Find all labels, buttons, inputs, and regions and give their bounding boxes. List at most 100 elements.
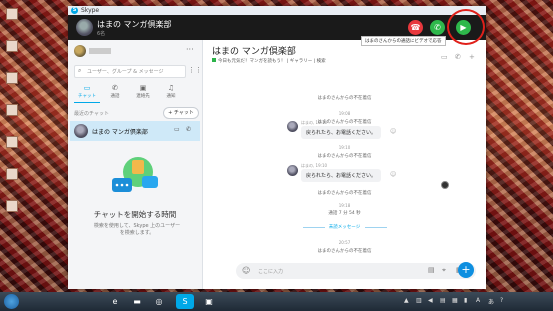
reaction-icon[interactable]: ☺ xyxy=(390,171,396,178)
desktop-icon[interactable] xyxy=(6,8,18,20)
new-chat-button[interactable]: + チャット xyxy=(163,107,199,119)
message-time: 19:08 xyxy=(338,111,351,116)
contact-subtitle: 6名 xyxy=(97,31,106,37)
skype-window: S Skype はまの マンガ倶楽部 6名 ☎ ✆ ▶ ··· ⌕ ユーザー、グ… xyxy=(68,6,486,289)
window-title: Skype xyxy=(81,7,100,14)
chat-list-item[interactable]: はまの マンガ倶楽部 ▭ ✆ xyxy=(70,121,200,141)
sidebar: ··· ⌕ ユーザー、グループ & メッセージ ⋮⋮ ▭ チャット ✆ 通話 ▣… xyxy=(68,40,203,289)
start-button[interactable] xyxy=(4,294,19,309)
video-call-icon[interactable]: ▭ xyxy=(441,53,448,61)
message-bubble[interactable]: 戻られたら、お電話ください。 xyxy=(301,126,382,139)
add-content-button[interactable]: + xyxy=(458,262,474,278)
system-message: はまのさんからの不在着信 xyxy=(317,96,372,101)
chat-illustration xyxy=(112,157,158,192)
attach-file-icon[interactable]: ▤ xyxy=(428,266,435,274)
system-message: はまのさんからの不在着信 xyxy=(317,249,372,254)
location-icon[interactable]: ⌖ xyxy=(442,266,446,275)
phone-icon: ✆ xyxy=(112,84,118,92)
contact-name[interactable]: はまの マンガ倶楽部 xyxy=(97,19,172,30)
answer-audio-button[interactable]: ✆ xyxy=(430,20,445,35)
message-author: はまの xyxy=(301,163,313,168)
ime-icon[interactable]: A xyxy=(476,297,480,304)
network-icon[interactable]: ▥ xyxy=(416,297,422,304)
desktop-icon[interactable] xyxy=(6,40,18,52)
message-input[interactable]: ☺ ここに入力 ▤ ⌖ ▦ xyxy=(236,263,476,279)
mouse-cursor-icon xyxy=(441,181,449,189)
status-dot-icon xyxy=(212,58,216,62)
skype-logo-icon: S xyxy=(71,7,78,14)
desktop-icon[interactable] xyxy=(6,200,18,212)
end-call-button[interactable]: ☎ xyxy=(408,20,423,35)
message-time: 19:10 xyxy=(315,163,328,168)
desktop-icon[interactable] xyxy=(6,104,18,116)
message-time: 20:57 xyxy=(338,240,351,245)
taskbar: e ▬ ◎ S ▣ ▲ ▥ ◀ ▤ ▦ ▮ A あ ? xyxy=(0,292,553,311)
more-options-icon[interactable]: ··· xyxy=(186,45,194,54)
call-duration: 通話 7 分 54 秒 xyxy=(328,211,361,216)
desktop-icon[interactable] xyxy=(6,72,18,84)
recent-chats-label[interactable]: 最近のチャット xyxy=(74,110,109,117)
help-icon[interactable]: ? xyxy=(500,297,503,304)
message-time: 19:10 xyxy=(315,120,328,125)
system-message: はまのさんからの不在着信 xyxy=(317,191,372,196)
conversation-title[interactable]: はまの マンガ倶楽部 xyxy=(212,44,296,57)
phone-icon: ✆ xyxy=(434,23,441,32)
ime-icon[interactable]: あ xyxy=(488,297,494,306)
message-avatar[interactable] xyxy=(287,165,298,176)
chat-icon: ▭ xyxy=(83,84,91,92)
battery-icon[interactable]: ▮ xyxy=(464,297,467,304)
chat-name: はまの マンガ倶楽部 xyxy=(92,129,148,136)
keyboard-icon[interactable]: ▤ xyxy=(440,297,446,304)
app-icon[interactable]: ▣ xyxy=(200,294,218,309)
message-avatar[interactable] xyxy=(287,121,298,132)
tab-contacts[interactable]: ▣ 連絡先 xyxy=(130,84,156,102)
contacts-icon: ▣ xyxy=(139,84,147,92)
add-person-icon[interactable]: + xyxy=(469,53,475,61)
search-input[interactable]: ⌕ ユーザー、グループ & メッセージ xyxy=(74,65,186,78)
conversation-subtitle: 今日も元気だ！マンガを読もう！ | ギャラリー | 検索 xyxy=(212,58,326,64)
tab-calls[interactable]: ✆ 通話 xyxy=(102,84,128,102)
ie-icon[interactable]: e xyxy=(106,294,124,309)
tab-chat[interactable]: ▭ チャット xyxy=(74,84,100,103)
search-link[interactable]: 検索 xyxy=(317,59,326,64)
folder-icon[interactable]: ▬ xyxy=(128,294,146,309)
dial-pad-icon[interactable]: ⋮⋮ xyxy=(188,66,202,74)
chrome-icon[interactable]: ◎ xyxy=(150,294,168,309)
desktop-icon[interactable] xyxy=(6,136,18,148)
new-messages-divider xyxy=(365,227,387,228)
video-answer-tooltip: はまのさんからの通話にビデオで応答 xyxy=(361,36,446,46)
chat-avatar xyxy=(74,124,88,138)
empty-state-title: チャットを開始する時間 xyxy=(93,210,177,219)
conversation-pane: はまの マンガ倶楽部 今日も元気だ！マンガを読もう！ | ギャラリー | 検索 … xyxy=(203,40,486,289)
message-author: はまの xyxy=(301,120,313,125)
video-camera-icon[interactable]: ▭ xyxy=(174,126,180,133)
message-placeholder: ここに入力 xyxy=(258,269,284,275)
empty-state-description: 検索を使用して、Skype 上のユーザーを検索します。 xyxy=(93,223,181,236)
bell-icon: ♫ xyxy=(167,84,175,92)
tray-icon[interactable]: ▲ xyxy=(404,297,409,304)
volume-icon[interactable]: ◀ xyxy=(428,297,433,304)
audio-call-icon[interactable]: ✆ xyxy=(455,53,461,61)
tab-calls-label: 通話 xyxy=(110,94,120,99)
phone-icon[interactable]: ✆ xyxy=(186,126,191,133)
new-messages-label: 未読メッセージ xyxy=(328,225,361,230)
my-avatar[interactable] xyxy=(74,45,86,57)
search-placeholder: ユーザー、グループ & メッセージ xyxy=(87,69,164,75)
gallery-link[interactable]: ギャラリー xyxy=(290,59,313,64)
highlight-circle xyxy=(447,9,485,45)
desktop-icon[interactable] xyxy=(6,168,18,180)
reaction-icon[interactable]: ☺ xyxy=(390,128,396,135)
tab-notifications-label: 通知 xyxy=(166,94,176,99)
tab-contacts-label: 連絡先 xyxy=(136,94,150,99)
message-time: 19:18 xyxy=(338,203,351,208)
system-message: はまのさんからの不在着信 xyxy=(317,154,372,159)
system-message: はまのさんからの不在着信 xyxy=(317,120,372,125)
message-time: 19:10 xyxy=(338,145,351,150)
tab-notifications[interactable]: ♫ 通知 xyxy=(158,84,184,102)
skype-taskbar-icon[interactable]: S xyxy=(176,294,194,309)
security-icon[interactable]: ▦ xyxy=(452,297,458,304)
contact-avatar[interactable] xyxy=(76,19,93,36)
message-bubble[interactable]: 戻られたら、お電話ください。 xyxy=(301,169,382,182)
search-icon: ⌕ xyxy=(78,67,82,74)
emoji-icon[interactable]: ☺ xyxy=(242,266,250,275)
